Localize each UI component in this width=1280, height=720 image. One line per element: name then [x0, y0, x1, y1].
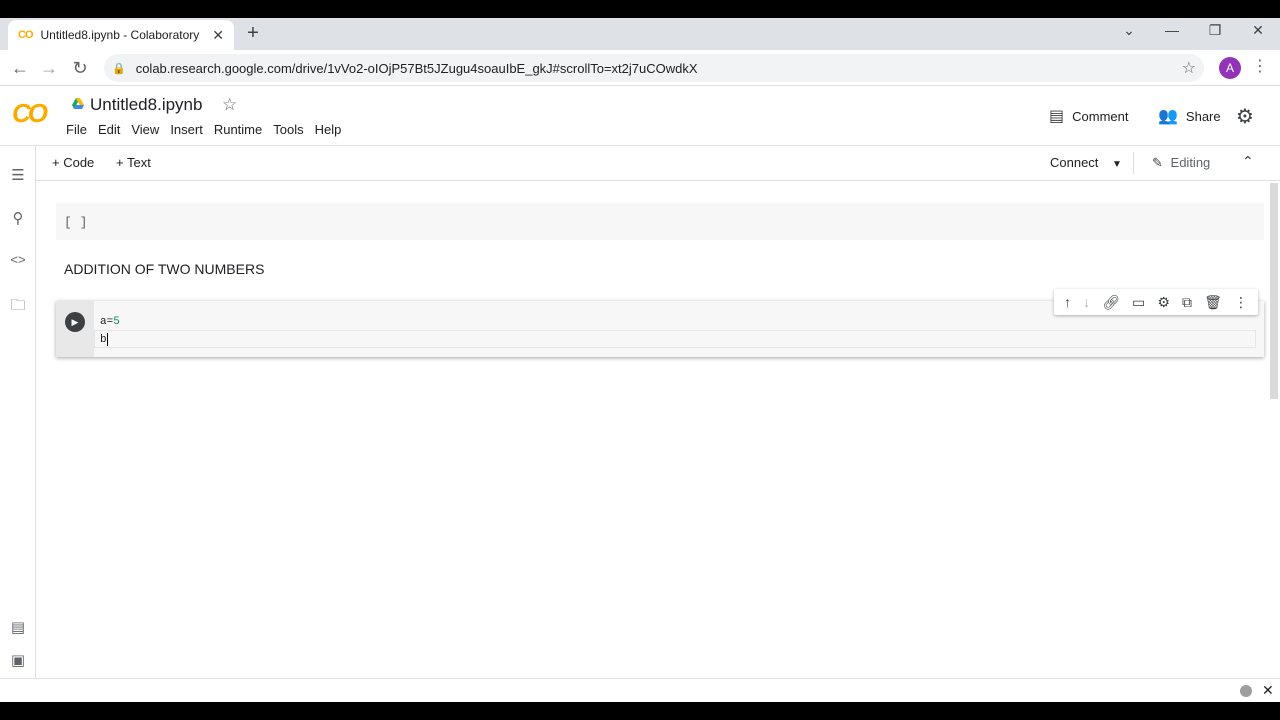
colab-logo[interactable]: CO: [12, 98, 48, 129]
people-icon: 👥: [1158, 108, 1178, 125]
tab-title: Untitled8.ipynb - Colaboratory: [40, 28, 200, 42]
text-cursor: [106, 332, 108, 346]
reload-icon[interactable]: ↻: [70, 58, 90, 78]
editing-label: Editing: [1170, 155, 1211, 170]
more-options-icon[interactable]: ⋮: [1234, 294, 1248, 311]
status-indicator-icon[interactable]: [1240, 685, 1252, 697]
left-sidebar: ☰ ⚲ <> 🗀 ▤ ▣: [0, 146, 36, 678]
menu-edit[interactable]: Edit: [98, 122, 120, 137]
files-folder-icon[interactable]: 🗀: [9, 295, 27, 320]
notebook-content: [ ] ADDITION OF TWO NUMBERS ▶ a=5 b ↑ ↓ …: [36, 181, 1280, 678]
minimize-icon[interactable]: —: [1162, 22, 1182, 38]
browser-tab[interactable]: CO Untitled8.ipynb - Colaboratory ✕: [8, 20, 234, 50]
text-cell-heading[interactable]: ADDITION OF TWO NUMBERS: [64, 261, 264, 277]
move-cell-down-icon[interactable]: ↓: [1083, 294, 1090, 310]
browser-menu-icon[interactable]: ⋮: [1252, 56, 1268, 76]
connect-button[interactable]: Connect ▼: [1050, 155, 1122, 170]
comment-label: Comment: [1072, 108, 1129, 124]
new-tab-button[interactable]: +: [243, 22, 263, 45]
code-cell-empty[interactable]: [ ]: [56, 203, 1264, 240]
share-label: Share: [1185, 108, 1221, 124]
cell-toolbar: + Code + Text Connect ▼ ✎ Editing ⌃: [36, 146, 1280, 181]
menu-runtime[interactable]: Runtime: [214, 122, 262, 137]
add-text-button[interactable]: + Text: [116, 155, 151, 170]
delete-cell-icon[interactable]: 🗑︎: [1204, 294, 1222, 311]
command-palette-icon[interactable]: ▤: [9, 618, 27, 636]
window-close-icon[interactable]: ✕: [1248, 22, 1268, 39]
scrollbar[interactable]: [1268, 181, 1280, 399]
search-icon[interactable]: ⚲: [9, 209, 27, 227]
menu-view[interactable]: View: [131, 122, 159, 137]
cell-settings-icon[interactable]: ⚙: [1157, 294, 1170, 311]
lock-icon: 🔒: [112, 62, 126, 75]
back-arrow-icon[interactable]: ←: [10, 58, 30, 78]
notebook-name[interactable]: Untitled8.ipynb: [90, 95, 202, 115]
colab-header: CO Untitled8.ipynb ☆ File Edit View Inse…: [0, 86, 1280, 146]
menu-file[interactable]: File: [66, 122, 87, 137]
code-snippets-icon[interactable]: <>: [9, 252, 27, 267]
screen: CO Untitled8.ipynb - Colaboratory ✕ + ⌄ …: [0, 0, 1280, 720]
connect-label: Connect: [1050, 155, 1099, 170]
bookmark-star-icon[interactable]: ☆: [1182, 58, 1196, 78]
add-code-button[interactable]: + Code: [52, 155, 94, 170]
forward-arrow-icon[interactable]: →: [39, 58, 59, 78]
scrollbar-thumb[interactable]: [1270, 183, 1278, 399]
code-line-1: a=5: [100, 316, 120, 328]
active-line-highlight: [94, 330, 1256, 348]
menu-bar: File Edit View Insert Runtime Tools Help: [66, 122, 352, 137]
execution-count: [ ]: [64, 215, 88, 230]
run-cell-icon[interactable]: ▶: [65, 312, 85, 332]
comment-icon: ▤: [1049, 108, 1065, 125]
star-icon[interactable]: ☆: [222, 95, 237, 115]
menu-tools[interactable]: Tools: [273, 122, 303, 137]
code-line-2: b: [100, 332, 108, 346]
profile-avatar[interactable]: A: [1219, 57, 1241, 79]
menu-help[interactable]: Help: [315, 122, 342, 137]
address-bar[interactable]: 🔒 colab.research.google.com/drive/1vVo2-…: [104, 54, 1204, 82]
colab-app: CO Untitled8.ipynb ☆ File Edit View Inse…: [0, 86, 1280, 678]
google-drive-icon[interactable]: [71, 97, 85, 111]
url-text: colab.research.google.com/drive/1vVo2-oI…: [135, 60, 698, 76]
editing-mode-button[interactable]: ✎ Editing: [1152, 155, 1210, 171]
tab-close-icon[interactable]: ✕: [212, 27, 224, 44]
cell-actions-toolbar: ↑ ↓ 🔗︎ ▭ ⚙ ⧉ 🗑︎ ⋮: [1054, 289, 1258, 315]
code-editor[interactable]: a=5 b: [100, 313, 120, 349]
divider: [1133, 152, 1134, 174]
table-of-contents-icon[interactable]: ☰: [9, 166, 27, 184]
menu-insert[interactable]: Insert: [170, 122, 203, 137]
browser-tab-bar: CO Untitled8.ipynb - Colaboratory ✕ + ⌄ …: [0, 18, 1280, 50]
comment-button[interactable]: ▤ Comment: [1049, 106, 1128, 126]
share-button[interactable]: 👥 Share: [1158, 106, 1221, 126]
terminal-icon[interactable]: ▣: [9, 651, 27, 669]
tab-search-icon[interactable]: ⌄: [1119, 22, 1139, 39]
restore-icon[interactable]: ❐: [1205, 22, 1225, 39]
browser-toolbar: ← → ↻ 🔒 colab.research.google.com/drive/…: [0, 50, 1280, 86]
status-close-icon[interactable]: ✕: [1262, 682, 1274, 699]
colab-favicon-icon: CO: [18, 29, 33, 41]
comment-cell-icon[interactable]: ▭: [1132, 294, 1145, 311]
dropdown-arrow-icon: ▼: [1112, 159, 1122, 170]
collapse-header-icon[interactable]: ⌃: [1242, 153, 1254, 170]
status-bar: ✕: [0, 678, 1280, 702]
move-cell-up-icon[interactable]: ↑: [1064, 294, 1071, 310]
pencil-icon: ✎: [1152, 155, 1163, 170]
link-icon[interactable]: 🔗︎: [1102, 294, 1120, 311]
mirror-cell-icon[interactable]: ⧉: [1182, 294, 1192, 311]
settings-gear-icon[interactable]: ⚙: [1236, 104, 1254, 129]
